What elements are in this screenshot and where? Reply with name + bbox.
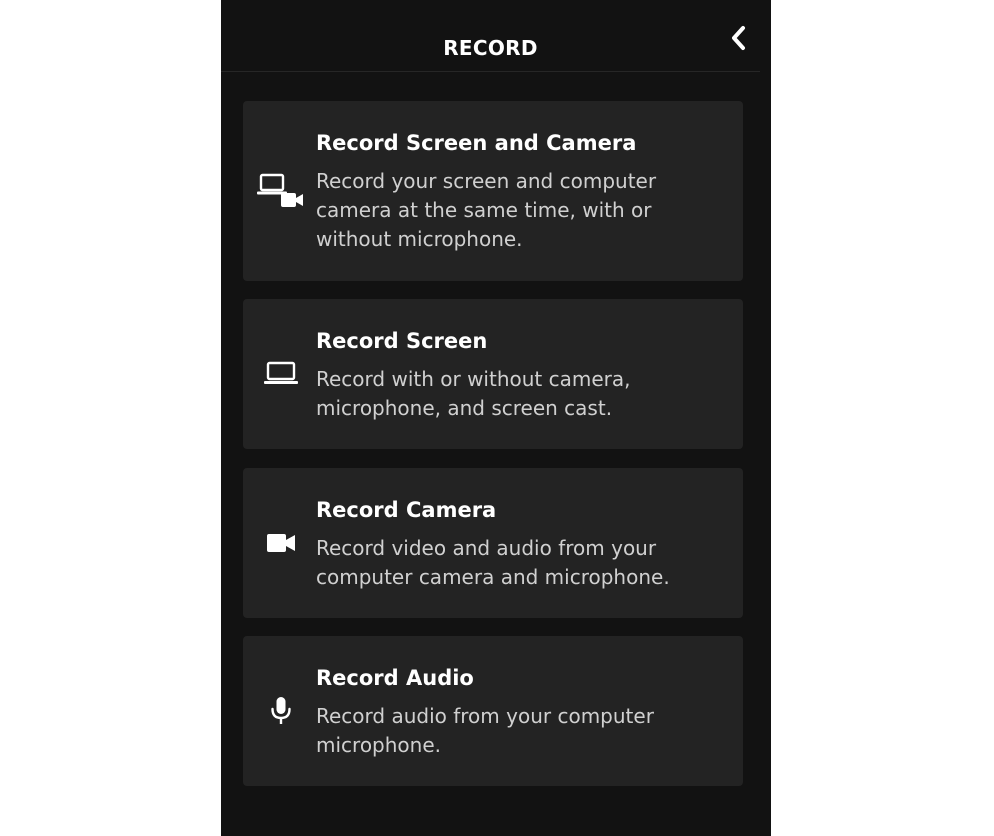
option-title: Record Camera: [316, 498, 497, 522]
option-title: Record Audio: [316, 666, 474, 690]
microphone-icon: [257, 636, 305, 786]
option-title: Record Screen and Camera: [316, 131, 637, 155]
option-description: Record audio from your computer micropho…: [316, 704, 654, 757]
record-screen-option[interactable]: Record Screen Record with or without cam…: [243, 299, 743, 449]
record-panel: RECORD Record Screen and Camera Record y…: [221, 0, 771, 836]
record-options-list: Record Screen and Camera Record your scr…: [243, 101, 743, 786]
option-title: Record Screen: [316, 329, 488, 353]
option-description: Record video and audio from your compute…: [316, 536, 670, 589]
panel-header: RECORD: [221, 0, 760, 72]
chevron-left-icon: [729, 25, 749, 51]
laptop-icon: [257, 299, 305, 449]
record-audio-option[interactable]: Record Audio Record audio from your comp…: [243, 636, 743, 786]
page-title: RECORD: [443, 36, 538, 60]
back-button[interactable]: [721, 20, 757, 56]
video-camera-icon: [257, 468, 305, 618]
option-description: Record with or without camera, microphon…: [316, 367, 631, 420]
option-text: Record Camera Record video and audio fro…: [316, 496, 719, 592]
record-camera-option[interactable]: Record Camera Record video and audio fro…: [243, 468, 743, 618]
screen-and-camera-icon: [257, 101, 305, 281]
option-description: Record your screen and computer camera a…: [316, 169, 657, 251]
option-text: Record Screen Record with or without cam…: [316, 327, 719, 423]
option-text: Record Screen and Camera Record your scr…: [316, 129, 719, 254]
record-screen-and-camera-option[interactable]: Record Screen and Camera Record your scr…: [243, 101, 743, 281]
option-text: Record Audio Record audio from your comp…: [316, 664, 719, 760]
